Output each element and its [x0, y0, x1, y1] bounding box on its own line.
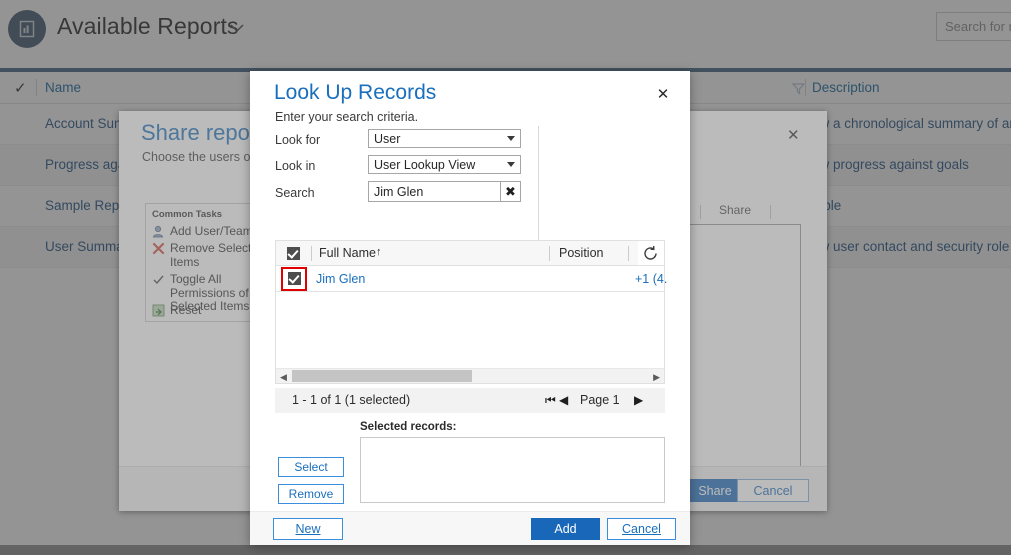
checkmark-icon [152, 273, 166, 287]
horizontal-scrollbar[interactable]: ◀ ▶ [276, 368, 664, 383]
close-icon[interactable]: ✕ [654, 86, 672, 104]
share-column-share: Share [719, 203, 751, 217]
look-for-select[interactable]: User [368, 129, 521, 148]
results-grid-header: Full Name ↑ Position [276, 241, 664, 266]
new-button-label: New [295, 522, 320, 536]
remove-x-icon [152, 242, 166, 256]
lookup-cancel-button[interactable]: Cancel [607, 518, 676, 540]
search-input-value: Jim Glen [374, 185, 423, 199]
search-label: Search [275, 186, 315, 200]
divider [628, 246, 629, 261]
add-button[interactable]: Add [531, 518, 600, 540]
caret-down-icon [507, 162, 515, 167]
selected-records-label: Selected records: [360, 421, 457, 433]
divider [770, 205, 771, 219]
sort-ascending-arrow: ↑ [376, 246, 382, 258]
divider [700, 205, 701, 219]
close-icon[interactable]: ✕ [787, 126, 800, 144]
share-cancel-button[interactable]: Cancel [737, 479, 809, 502]
search-input[interactable]: Jim Glen ✖ [368, 181, 521, 202]
refresh-icon[interactable] [638, 241, 664, 265]
cancel-button-label: Cancel [622, 522, 661, 536]
checked-checkbox-icon[interactable] [288, 272, 301, 285]
clear-x-icon[interactable]: ✖ [500, 181, 521, 202]
column-header-full-name[interactable]: Full Name [319, 246, 376, 260]
look-for-label: Look for [275, 133, 320, 147]
lookup-dialog-subtitle: Enter your search criteria. [275, 110, 418, 124]
user-add-icon [152, 225, 166, 239]
previous-page-icon[interactable]: ◀ [559, 393, 568, 407]
select-button[interactable]: Select [278, 457, 344, 477]
checked-checkbox-icon[interactable] [287, 247, 300, 260]
screen: Available Reports Search for re ✓ Name D… [0, 0, 1011, 555]
share-dialog-title: Share report [141, 120, 263, 146]
lookup-dialog-footer: New Add Cancel [250, 511, 690, 545]
divider [311, 246, 312, 261]
look-up-records-dialog: Look Up Records Enter your search criter… [250, 71, 690, 545]
caret-down-icon [507, 136, 515, 141]
look-in-value: User Lookup View [374, 158, 475, 172]
remove-button[interactable]: Remove [278, 484, 344, 504]
caret-left-icon[interactable]: ◀ [280, 372, 287, 383]
results-grid: Full Name ↑ Position Jim Glen + [275, 240, 665, 384]
lookup-dialog-title: Look Up Records [274, 81, 436, 105]
page-number-text: Page 1 [580, 393, 620, 407]
divider [549, 246, 550, 261]
results-pager: 1 - 1 of 1 (1 selected) ⏮ ◀ Page 1 ▶ [275, 388, 665, 413]
reset-icon [152, 304, 166, 318]
new-button[interactable]: New [273, 518, 343, 540]
record-count-text: 1 - 1 of 1 (1 selected) [292, 393, 410, 407]
next-page-icon[interactable]: ▶ [634, 393, 643, 407]
row-phone-extra: +1 (4. [635, 272, 667, 286]
look-in-select[interactable]: User Lookup View [368, 155, 521, 174]
first-page-icon[interactable]: ⏮ [545, 393, 556, 408]
selected-records-box[interactable] [360, 437, 665, 503]
table-row[interactable]: Jim Glen +1 (4. [276, 266, 664, 292]
column-header-position[interactable]: Position [559, 246, 603, 260]
look-in-label: Look in [275, 159, 315, 173]
scrollbar-thumb[interactable] [292, 370, 472, 382]
bottom-scrim-strip [0, 545, 1011, 555]
common-tasks-heading: Common Tasks [152, 209, 222, 220]
look-for-value: User [374, 132, 400, 146]
row-full-name[interactable]: Jim Glen [316, 272, 365, 286]
caret-right-icon[interactable]: ▶ [653, 372, 660, 383]
